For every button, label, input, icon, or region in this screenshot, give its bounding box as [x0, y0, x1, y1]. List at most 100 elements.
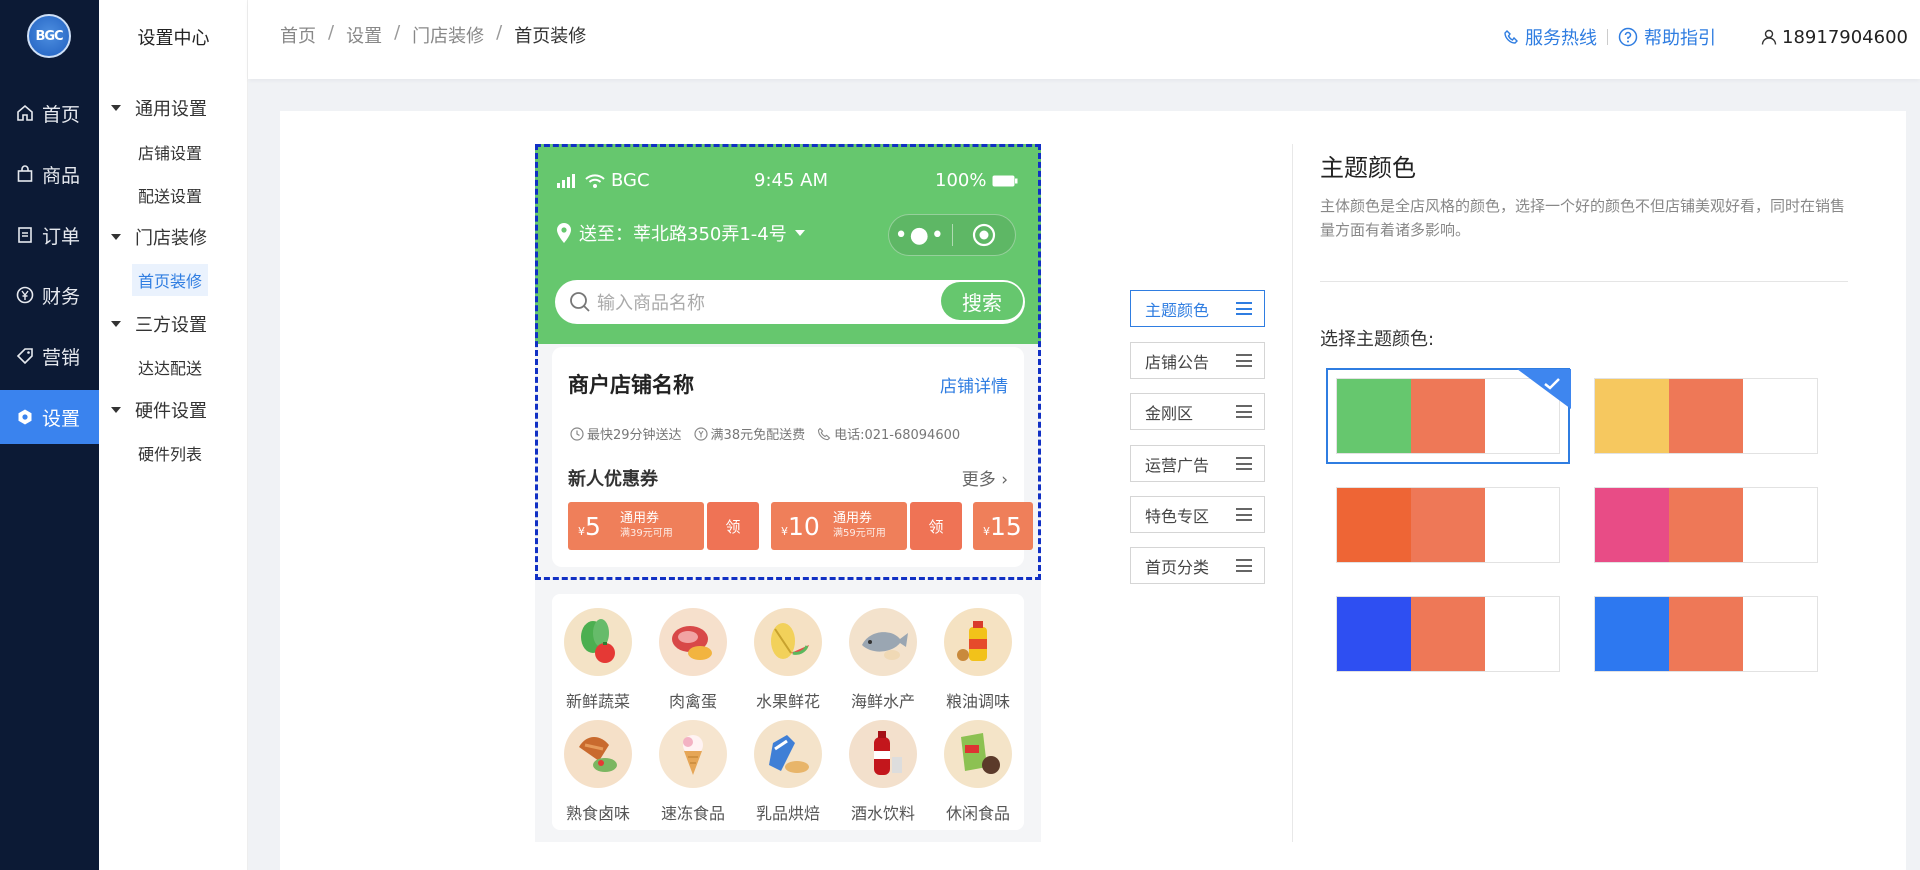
product-search[interactable]: 输入商品名称 搜索	[555, 280, 1025, 324]
theme-title: 主题颜色	[1320, 154, 1416, 182]
drag-handle-icon[interactable]	[1236, 302, 1252, 315]
submenu-group-third-party[interactable]: 三方设置	[111, 311, 207, 337]
nav-item-settings[interactable]: 设置	[0, 390, 99, 444]
free-delivery: 满38元免配送费	[693, 424, 805, 443]
help-icon	[1618, 27, 1638, 47]
category-item[interactable]: 休闲食品	[938, 720, 1018, 824]
drag-handle-icon[interactable]	[1236, 457, 1252, 470]
theme-swatch-pink[interactable]	[1594, 487, 1818, 563]
dairy-icon	[754, 720, 822, 788]
carrier-name: BGC	[611, 170, 650, 191]
nav-item-marketing[interactable]: 营销	[0, 329, 99, 383]
header-divider	[1607, 29, 1609, 45]
miniapp-capsule[interactable]: •●•	[888, 214, 1016, 256]
theme-swatch-light-blue[interactable]	[1594, 596, 1818, 672]
coupon-claim-button[interactable]: 领	[910, 502, 962, 550]
shop-detail-link[interactable]: 店铺详情	[940, 372, 1008, 397]
section-label: 首页分类	[1145, 557, 1210, 577]
shop-phone: 电话:021-68094600	[817, 424, 960, 443]
submenu-item-home-decoration[interactable]: 首页装修	[132, 264, 209, 296]
breadcrumb-item[interactable]: 门店装修	[412, 22, 484, 48]
swatch-secondary	[1411, 488, 1485, 562]
submenu-group-hardware[interactable]: 硬件设置	[111, 397, 207, 423]
breadcrumb-item[interactable]: 设置	[346, 22, 382, 48]
submenu-item-store-settings[interactable]: 店铺设置	[138, 140, 202, 164]
submenu-group-decoration[interactable]: 门店装修	[111, 224, 207, 250]
seafood-icon	[849, 608, 917, 676]
drag-handle-icon[interactable]	[1236, 354, 1252, 367]
coupon-card[interactable]: ¥15	[973, 502, 1033, 550]
coupon-condition: 满59元可用	[833, 528, 886, 539]
theme-swatch-blue[interactable]	[1336, 596, 1560, 672]
coupon-more-link[interactable]: 更多 ›	[962, 465, 1008, 490]
category-item[interactable]: 熟食卤味	[558, 720, 638, 824]
section-theme-color[interactable]: 主题颜色	[1130, 290, 1265, 327]
coupon-claim-button[interactable]: 领	[707, 502, 759, 550]
frozen-food-icon	[659, 720, 727, 788]
coupon-card[interactable]: ¥10 通用券 满59元可用	[771, 502, 907, 550]
submenu-group-label: 通用设置	[135, 99, 207, 120]
submenu-title: 设置中心	[137, 28, 210, 49]
category-item[interactable]: 速冻食品	[653, 720, 733, 824]
theme-swatch-orange[interactable]	[1336, 487, 1560, 563]
search-button[interactable]: 搜索	[941, 282, 1023, 320]
delivery-address[interactable]: 送至：莘北路350弄1-4号	[555, 220, 805, 246]
status-carrier: BGC	[557, 170, 650, 191]
phone-icon	[818, 427, 831, 440]
section-king-kong[interactable]: 金刚区	[1130, 393, 1265, 430]
caret-down-icon	[111, 105, 121, 111]
settings-submenu: 设置中心 通用设置 店铺设置 配送设置 门店装修 首页装修 三方设置 达达配送 …	[99, 0, 248, 870]
coupon-card[interactable]: ¥5 通用券 满39元可用	[568, 502, 704, 550]
help-link[interactable]: 帮助指引	[1618, 24, 1716, 50]
more-dots-icon[interactable]: •●•	[889, 223, 952, 248]
breadcrumb-item[interactable]: 首页	[280, 22, 316, 48]
swatch-primary	[1595, 488, 1669, 562]
chevron-right-icon: ›	[1001, 470, 1008, 490]
category-item[interactable]: 酒水饮料	[843, 720, 923, 824]
hotline-link[interactable]: 服务热线	[1503, 24, 1597, 50]
nav-label: 订单	[42, 225, 81, 248]
user-icon	[1761, 29, 1777, 45]
nav-item-home[interactable]: 首页	[0, 86, 99, 140]
nav-item-orders[interactable]: 订单	[0, 208, 99, 262]
coupon-amount-value: 5	[585, 511, 601, 541]
delivery-time: 最快29分钟送达	[570, 424, 682, 443]
top-header: 首页 / 设置 / 门店装修 / 首页装修 服务热线 帮助指引 18917904…	[248, 0, 1920, 79]
section-home-category[interactable]: 首页分类	[1130, 547, 1265, 584]
theme-swatch-yellow[interactable]	[1594, 378, 1818, 454]
submenu-group-label: 门店装修	[135, 228, 207, 249]
section-featured[interactable]: 特色专区	[1130, 496, 1265, 533]
caret-down-icon	[111, 407, 121, 413]
category-item[interactable]: 粮油调味	[938, 608, 1018, 712]
submenu-item-dada-delivery[interactable]: 达达配送	[138, 355, 202, 379]
wifi-icon	[585, 173, 605, 188]
user-account[interactable]: 18917904600	[1760, 27, 1908, 48]
submenu-item-delivery-settings[interactable]: 配送设置	[138, 183, 202, 207]
drag-handle-icon[interactable]	[1236, 559, 1252, 572]
category-item[interactable]: 肉禽蛋	[653, 608, 733, 712]
category-item[interactable]: 水果鲜花	[748, 608, 828, 712]
nav-item-finance[interactable]: 财务	[0, 268, 99, 322]
category-item[interactable]: 乳品烘焙	[748, 720, 828, 824]
signal-icon	[557, 173, 575, 188]
section-ads[interactable]: 运营广告	[1130, 445, 1265, 482]
swatch-white	[1485, 597, 1559, 671]
category-item[interactable]: 海鲜水产	[843, 608, 923, 712]
category-label: 速冻食品	[660, 804, 725, 823]
yen-icon	[16, 286, 34, 304]
close-target-icon[interactable]	[952, 223, 1015, 247]
search-placeholder: 输入商品名称	[597, 293, 705, 314]
section-store-notice[interactable]: 店铺公告	[1130, 342, 1265, 379]
drag-handle-icon[interactable]	[1236, 405, 1252, 418]
submenu-group-general[interactable]: 通用设置	[111, 95, 207, 121]
nav-item-goods[interactable]: 商品	[0, 147, 99, 201]
category-item[interactable]: 新鲜蔬菜	[558, 608, 638, 712]
caret-down-icon	[111, 321, 121, 327]
oil-icon	[944, 608, 1012, 676]
coupon-type: 通用券	[620, 511, 660, 526]
category-label: 休闲食品	[945, 804, 1010, 823]
submenu-item-hardware-list[interactable]: 硬件列表	[138, 441, 202, 465]
drag-handle-icon[interactable]	[1236, 508, 1252, 521]
swatch-primary	[1337, 379, 1411, 453]
meat-icon	[659, 608, 727, 676]
